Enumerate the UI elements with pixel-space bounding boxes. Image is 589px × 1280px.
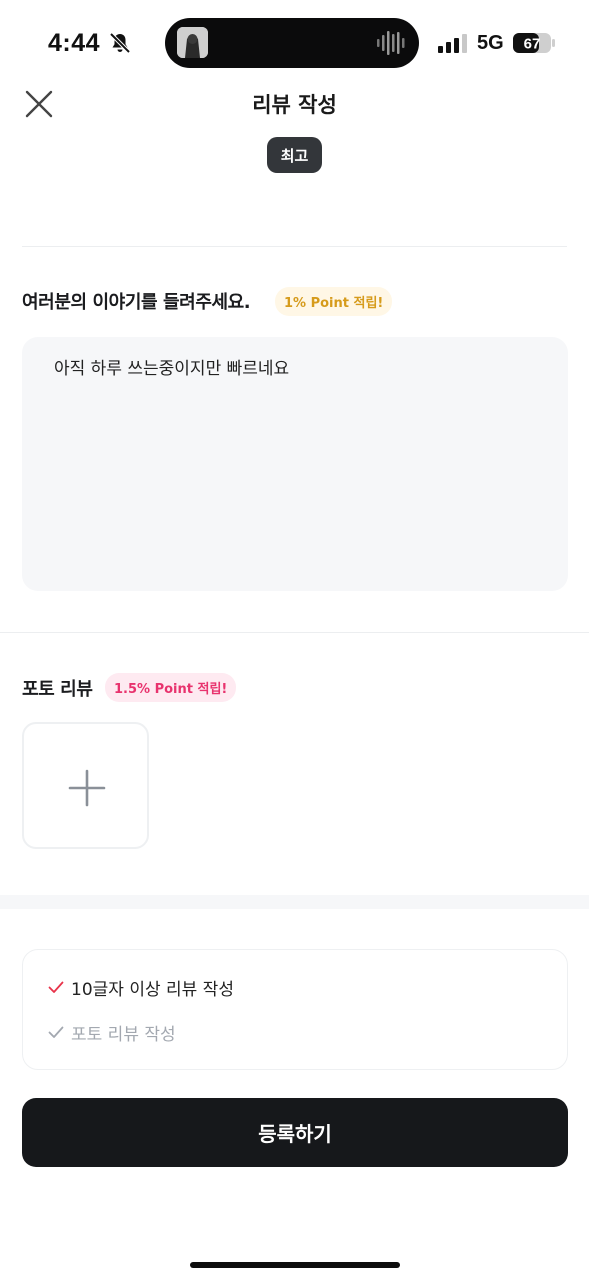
photo-review-heading: 포토 리뷰 (22, 679, 93, 700)
review-checklist: 10글자 이상 리뷰 작성 포토 리뷰 작성 (22, 949, 568, 1070)
page-title: 리뷰 작성 (252, 93, 337, 117)
battery-level: 67 (524, 36, 541, 53)
divider (0, 632, 589, 633)
signal-icon (438, 34, 467, 53)
check-icon (48, 1026, 64, 1038)
network-type: 5G (477, 32, 504, 54)
waveform-icon (377, 31, 405, 55)
divider (22, 246, 567, 247)
home-indicator[interactable] (190, 1262, 400, 1268)
now-playing-artwork (177, 27, 208, 58)
checklist-item: 10글자 이상 리뷰 작성 (48, 975, 234, 1000)
rating-badge: 최고 (267, 137, 322, 173)
photo-point-badge: 1.5% Point 적립! (105, 673, 237, 702)
checklist-item: 포토 리뷰 작성 (48, 1020, 176, 1045)
review-text-input[interactable]: 아직 하루 쓰는중이지만 빠르네요 (22, 337, 568, 591)
checklist-label: 포토 리뷰 작성 (71, 1025, 176, 1045)
status-time: 4:44 (48, 29, 101, 57)
check-icon (48, 981, 64, 993)
dynamic-island (165, 18, 419, 68)
add-photo-button[interactable] (22, 722, 149, 849)
story-heading: 여러분의 이야기를 들려주세요. (22, 292, 251, 313)
checklist-label: 10글자 이상 리뷰 작성 (71, 980, 234, 1000)
submit-button[interactable]: 등록하기 (22, 1098, 568, 1167)
plus-icon (68, 769, 106, 807)
section-separator (0, 895, 589, 909)
bell-slash-icon (109, 32, 131, 54)
text-point-badge: 1% Point 적립! (275, 287, 393, 316)
battery-icon: 67 (513, 33, 555, 53)
